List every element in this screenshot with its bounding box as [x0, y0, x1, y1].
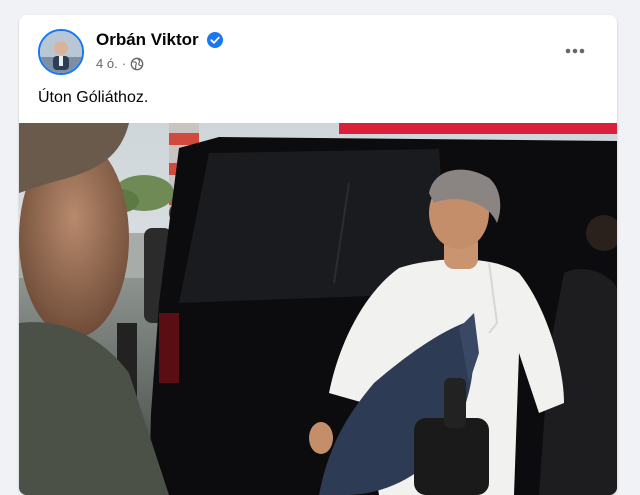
- author-name[interactable]: Orbán Viktor: [96, 30, 199, 50]
- verified-badge-icon: [207, 32, 223, 48]
- post-meta: 4 ó. ·: [96, 56, 144, 71]
- post-timestamp[interactable]: 4 ó.: [96, 56, 118, 71]
- post-photo[interactable]: [19, 123, 617, 495]
- more-options-button[interactable]: [557, 33, 593, 69]
- post-card: Orbán Viktor 4 ó. · Úton Góliáthoz.: [19, 15, 617, 495]
- post-text: Úton Góliáthoz.: [38, 89, 149, 106]
- more-options-icon: [565, 48, 585, 54]
- avatar-image: [40, 31, 82, 73]
- author-avatar[interactable]: [38, 29, 84, 75]
- post-header: Orbán Viktor 4 ó. ·: [19, 15, 617, 85]
- photo-scene: [19, 123, 617, 495]
- meta-separator: ·: [121, 56, 127, 71]
- globe-icon[interactable]: [130, 57, 144, 71]
